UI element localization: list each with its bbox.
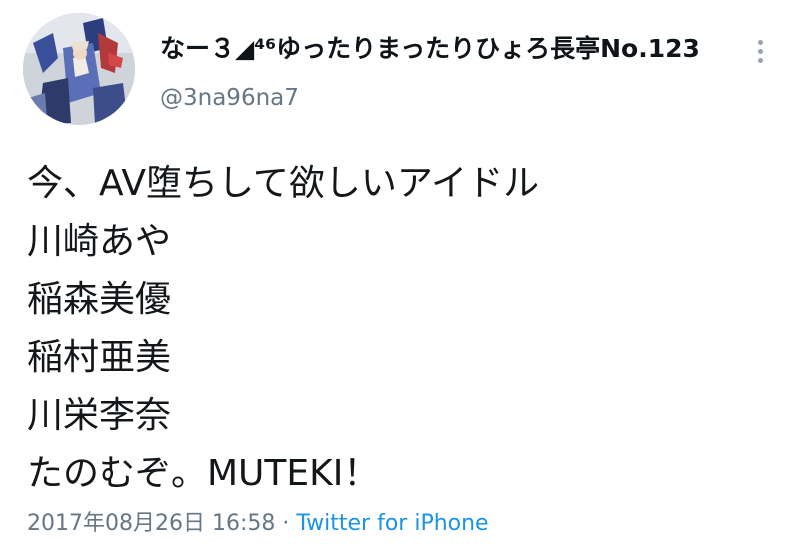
tweet-line: 川栄李奈 — [27, 395, 172, 436]
tweet-text: 今、AV堕ちして欲しいアイドル 川崎あや 稲森美優 稲村亜美 川栄李奈 たのむぞ… — [27, 155, 787, 503]
avatar-image — [23, 13, 135, 125]
avatar[interactable] — [23, 13, 135, 125]
tweet-line: 今、AV堕ちして欲しいアイドル — [27, 163, 540, 204]
more-dot — [757, 39, 763, 45]
more-dot — [757, 57, 763, 63]
tweet-card: なー３◢⁴⁶ゆったりまったりひょろ長亭No.123 @3na96na7 今、AV… — [0, 0, 800, 544]
tweet-line: 稲村亜美 — [27, 337, 172, 378]
tweet-meta: 2017年08月26日 16:58 · Twitter for iPhone — [27, 510, 489, 538]
tweet-timestamp[interactable]: 2017年08月26日 16:58 — [27, 511, 275, 536]
tweet-line: たのむぞ。MUTEKI！ — [27, 453, 380, 494]
author-username[interactable]: @3na96na7 — [160, 83, 299, 113]
tweet-line: 稲森美優 — [27, 279, 172, 320]
tweet-line: 川崎あや — [27, 221, 172, 262]
more-vertical-icon[interactable] — [746, 34, 774, 68]
tweet-source-link[interactable]: Twitter for iPhone — [296, 511, 488, 536]
more-dot — [757, 48, 763, 54]
author-display-name[interactable]: なー３◢⁴⁶ゆったりまったりひょろ長亭No.123 — [160, 32, 700, 66]
meta-separator: · — [275, 511, 297, 536]
